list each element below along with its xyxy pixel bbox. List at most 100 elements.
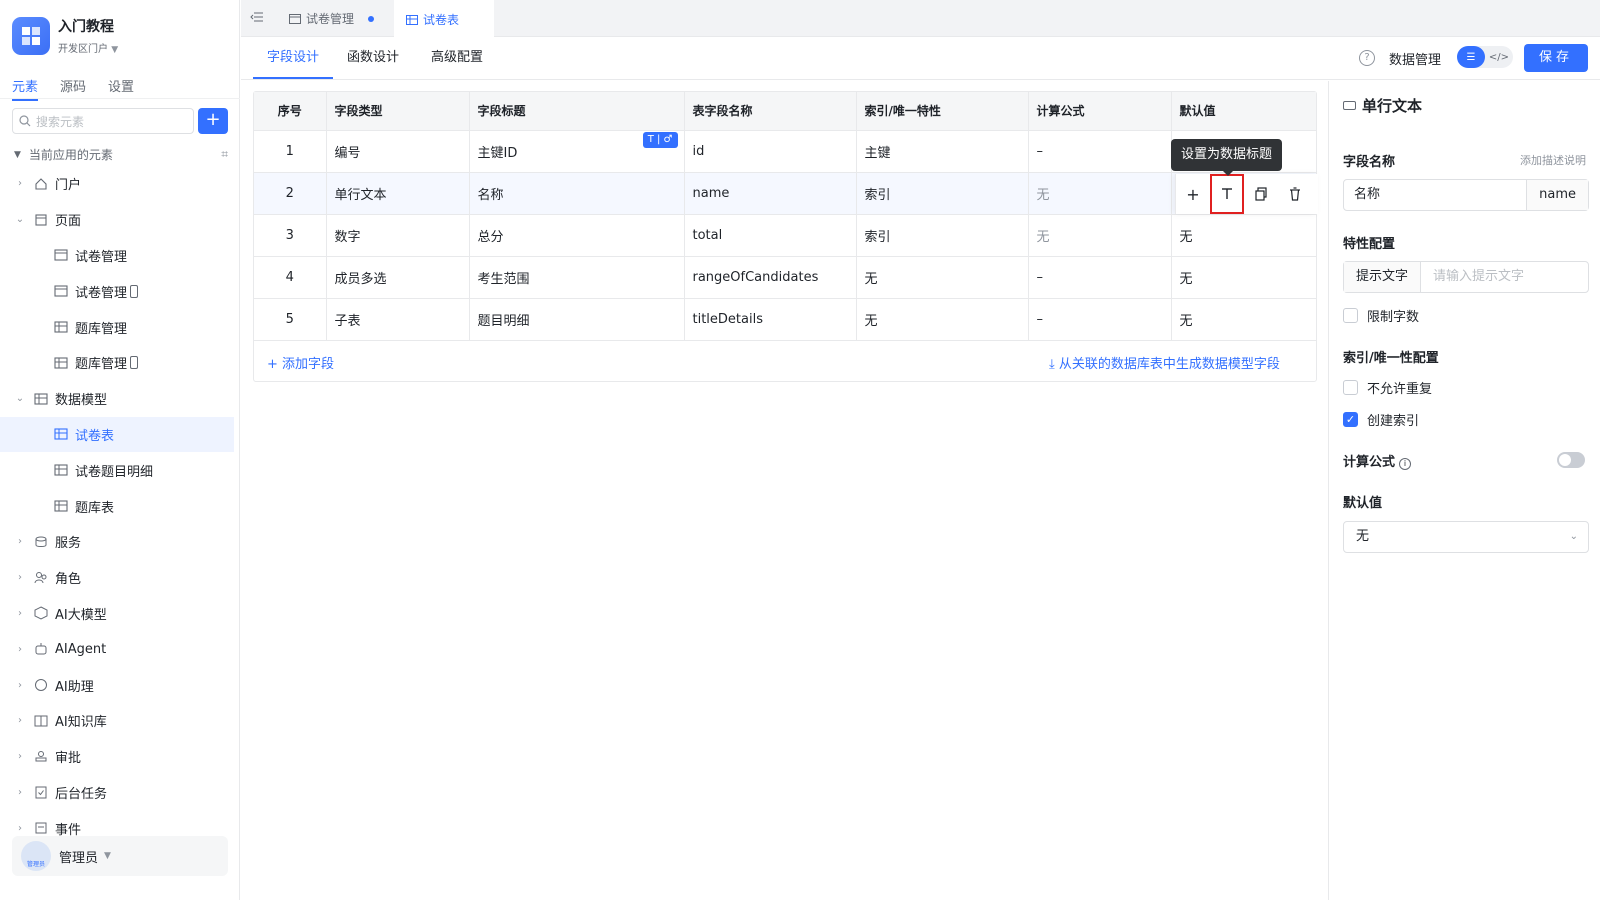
table-icon	[54, 356, 68, 370]
tab-advanced-config[interactable]: 高级配置	[417, 38, 497, 79]
app-name: 入门教程	[58, 19, 114, 35]
user-menu[interactable]: 管理员 管理员 ▼	[12, 836, 228, 876]
field-name-label: 字段名称	[1343, 155, 1396, 170]
chevron-right-icon: ›	[18, 715, 22, 727]
window-icon	[289, 13, 301, 24]
fields-table: 序号 字段类型 字段标题 表字段名称 索引/唯一特性 计算公式 默认值 1 编号…	[253, 91, 1317, 382]
avatar: 管理员	[21, 841, 51, 871]
mobile-icon	[130, 284, 139, 298]
clipboard-check-icon	[34, 785, 48, 799]
search-input[interactable]: 搜索元素	[12, 108, 194, 134]
users-icon	[34, 571, 48, 585]
col-header-field-name: 表字段名称	[684, 92, 857, 131]
tree-item-background-task[interactable]: › 后台任务	[0, 775, 234, 811]
tree-item-page-bank-manage-mobile[interactable]: 题库管理	[0, 345, 234, 381]
set-data-title-tooltip: 设置为数据标题	[1171, 139, 1283, 176]
chevron-right-icon: ›	[18, 822, 22, 834]
table-row[interactable]: 2 单行文本 名称 name 索引 无	[254, 172, 1316, 215]
default-value-label: 默认值	[1343, 496, 1383, 511]
no-duplicate-checkbox[interactable]: 不允许重复	[1343, 378, 1432, 397]
tree-item-bank-table[interactable]: 题库表	[0, 488, 234, 524]
title-t-icon	[1222, 188, 1232, 199]
table-icon	[54, 427, 68, 441]
default-value-select[interactable]: 无 ⌄	[1343, 521, 1589, 553]
add-field-link[interactable]: + 添加字段	[267, 353, 334, 372]
tree-item-page-exam-manage-mobile[interactable]: 试卷管理	[0, 273, 234, 309]
check-icon: ✓	[1343, 412, 1358, 427]
add-description-link[interactable]: 添加描述说明	[1520, 152, 1586, 168]
visual-mode-icon[interactable]: ☰	[1457, 46, 1485, 68]
field-name-suffix: name	[1526, 180, 1588, 210]
tree-item-exam-detail-table[interactable]: 试卷题目明细	[0, 452, 234, 488]
chevron-right-icon: ›	[18, 751, 22, 763]
robot-icon	[34, 642, 48, 656]
formula-switch[interactable]	[1557, 452, 1585, 468]
table-row[interactable]: 5 子表 题目明细 titleDetails 无 – 无	[254, 298, 1316, 341]
tree-item-approval[interactable]: › 审批	[0, 739, 234, 775]
set-data-title-button[interactable]	[1210, 174, 1244, 214]
download-icon: ⤓	[1049, 357, 1059, 372]
element-tree: › 门户 ⌄ 页面 试卷管理 试卷管理 题库管理 题库管理 ⌄ 数据模型 试卷表 试卷…	[0, 166, 234, 846]
row-action-bar: +	[1175, 174, 1318, 214]
delete-field-button[interactable]	[1278, 174, 1312, 214]
tree-item-role[interactable]: › 角色	[0, 560, 234, 596]
divider	[0, 98, 240, 99]
insert-field-button[interactable]: +	[1176, 174, 1210, 214]
app-logo-icon	[12, 16, 50, 55]
table-icon	[54, 499, 68, 513]
help-icon[interactable]: ?	[1359, 50, 1375, 66]
tree-item-ai-assistant[interactable]: › AI助理	[0, 667, 234, 703]
tab-exam-table[interactable]: 试卷表	[394, 0, 494, 37]
add-element-button[interactable]: +	[198, 108, 228, 134]
tree-item-portal[interactable]: › 门户	[0, 166, 234, 202]
code-mode-icon[interactable]: </>	[1485, 46, 1513, 68]
generate-fields-link[interactable]: ⤓ 从关联的数据库表中生成数据模型字段	[1049, 353, 1280, 372]
unsaved-dot	[368, 15, 375, 22]
tree-item-exam-table[interactable]: 试卷表	[0, 416, 234, 453]
table-icon	[34, 392, 48, 406]
tree-item-ai-knowledge[interactable]: › AI知识库	[0, 703, 234, 739]
tab-field-design[interactable]: 字段设计	[253, 38, 334, 79]
view-mode-toggle[interactable]: ☰ </>	[1457, 46, 1513, 68]
col-header-type: 字段类型	[326, 92, 470, 131]
tree-item-page-exam-manage[interactable]: 试卷管理	[0, 238, 234, 274]
window-icon	[54, 284, 68, 298]
field-name-input[interactable]: 名称 name	[1343, 179, 1589, 211]
col-header-default: 默认值	[1171, 92, 1316, 131]
chevron-right-icon: ›	[18, 178, 22, 190]
locate-icon[interactable]: ⌗	[221, 147, 228, 162]
info-icon: i	[1399, 458, 1412, 470]
limit-chars-checkbox[interactable]: 限制字数	[1343, 306, 1419, 325]
feature-config-label: 特性配置	[1343, 237, 1396, 252]
copy-field-button[interactable]	[1244, 174, 1278, 214]
tree-item-pages[interactable]: ⌄ 页面	[0, 202, 234, 238]
table-row[interactable]: 3 数字 总分 total 索引 无 无	[254, 214, 1316, 257]
book-icon	[34, 714, 48, 728]
tree-item-ai-agent[interactable]: › AIAgent	[0, 631, 234, 667]
collapse-sidebar-icon[interactable]	[249, 9, 265, 25]
tab-function-design[interactable]: 函数设计	[333, 38, 413, 79]
tree-item-page-bank-manage[interactable]: 题库管理	[0, 309, 234, 345]
triangle-down-icon: ▼	[14, 149, 21, 160]
copy-icon	[1255, 187, 1267, 201]
table-row[interactable]: 4 成员多选 考生范围 rangeOfCandidates 无 – 无	[254, 256, 1316, 299]
tree-item-service[interactable]: › 服务	[0, 524, 234, 560]
create-index-checkbox[interactable]: ✓ 创建索引	[1343, 410, 1419, 429]
tab-exam-manage[interactable]: 试卷管理	[277, 0, 387, 37]
save-button[interactable]: 保存	[1524, 44, 1588, 72]
portal-selector[interactable]: 开发区门户 ▼	[58, 40, 118, 55]
tree-item-ai-model[interactable]: › AI大模型	[0, 596, 234, 632]
table-row[interactable]: 1 编号 主键ID T | ♂ id 主键 –	[254, 130, 1316, 173]
hint-text-input[interactable]: 提示文字 请输入提示文字	[1343, 261, 1589, 293]
section-current-elements[interactable]: ▼ 当前应用的元素 ⌗	[14, 146, 228, 163]
search-icon	[19, 115, 31, 127]
col-header-formula: 计算公式	[1028, 92, 1172, 131]
caret-down-icon: ▼	[111, 45, 119, 55]
text-field-icon	[1343, 101, 1356, 110]
ai-icon	[34, 678, 48, 692]
tree-item-data-model[interactable]: ⌄ 数据模型	[0, 381, 234, 417]
formula-label: 计算公式 i	[1343, 451, 1412, 470]
chevron-down-icon: ⌄	[15, 393, 25, 405]
app-header[interactable]: 入门教程 开发区门户 ▼	[12, 16, 118, 55]
window-icon	[54, 248, 68, 262]
